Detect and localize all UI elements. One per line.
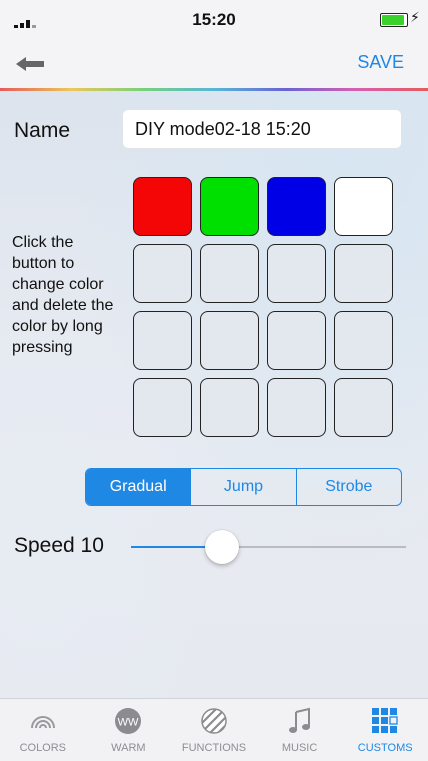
tab-customs[interactable]: CUSTOMS xyxy=(342,699,428,761)
color-slot[interactable] xyxy=(267,244,326,303)
ww-icon: WW xyxy=(113,706,143,736)
save-button[interactable]: SAVE xyxy=(357,52,404,73)
color-slot[interactable] xyxy=(200,311,259,370)
tab-label: FUNCTIONS xyxy=(181,742,247,754)
color-slot[interactable] xyxy=(267,311,326,370)
color-slot[interactable] xyxy=(133,244,192,303)
color-slot[interactable] xyxy=(133,177,192,236)
name-input[interactable] xyxy=(122,109,402,149)
navigation-bar: SAVE xyxy=(0,40,428,88)
tab-label: CUSTOMS xyxy=(357,742,413,754)
speed-slider[interactable] xyxy=(131,529,406,565)
color-slot[interactable] xyxy=(267,378,326,437)
color-slot[interactable] xyxy=(200,244,259,303)
svg-text:WW: WW xyxy=(118,717,139,729)
color-slot[interactable] xyxy=(334,177,393,236)
color-slot[interactable] xyxy=(334,311,393,370)
color-slot[interactable] xyxy=(133,378,192,437)
mode-segmented-control: Gradual Jump Strobe xyxy=(85,468,402,506)
mode-option-jump[interactable]: Jump xyxy=(190,469,295,505)
tab-bar: COLORS WW WARM FUNCTIONS MUSIC CUSTOMS xyxy=(0,698,428,761)
color-slot-grid xyxy=(133,177,395,437)
instructions-text: Click the button to change color and del… xyxy=(12,234,114,356)
speed-label: Speed 10 xyxy=(14,534,104,557)
tab-warm[interactable]: WW WARM xyxy=(86,699,172,761)
slider-thumb[interactable] xyxy=(204,530,239,564)
grid-icon xyxy=(370,706,400,736)
custom-mode-editor: Name Click the button to change color an… xyxy=(0,91,428,698)
mode-option-strobe[interactable]: Strobe xyxy=(295,469,401,505)
tab-label: MUSIC xyxy=(281,742,318,754)
functions-icon xyxy=(199,706,229,736)
color-slot[interactable] xyxy=(200,378,259,437)
music-note-icon xyxy=(285,706,315,736)
color-slot[interactable] xyxy=(133,311,192,370)
tab-label: COLORS xyxy=(19,742,67,754)
status-bar: 15:20 ⚡ xyxy=(0,0,428,40)
tab-colors[interactable]: COLORS xyxy=(0,699,86,761)
status-time: 15:20 xyxy=(192,10,236,29)
mode-option-gradual[interactable]: Gradual xyxy=(86,469,191,505)
color-slot[interactable] xyxy=(267,177,326,236)
name-label: Name xyxy=(14,119,71,142)
back-arrow-icon[interactable] xyxy=(12,50,48,78)
tab-functions[interactable]: FUNCTIONS xyxy=(171,699,257,761)
tab-label: WARM xyxy=(111,742,146,754)
color-slot[interactable] xyxy=(200,177,259,236)
battery-icon: ⚡ xyxy=(380,9,420,27)
color-slot[interactable] xyxy=(334,378,393,437)
rainbow-icon xyxy=(28,706,58,736)
tab-music[interactable]: MUSIC xyxy=(257,699,343,761)
color-slot[interactable] xyxy=(334,244,393,303)
